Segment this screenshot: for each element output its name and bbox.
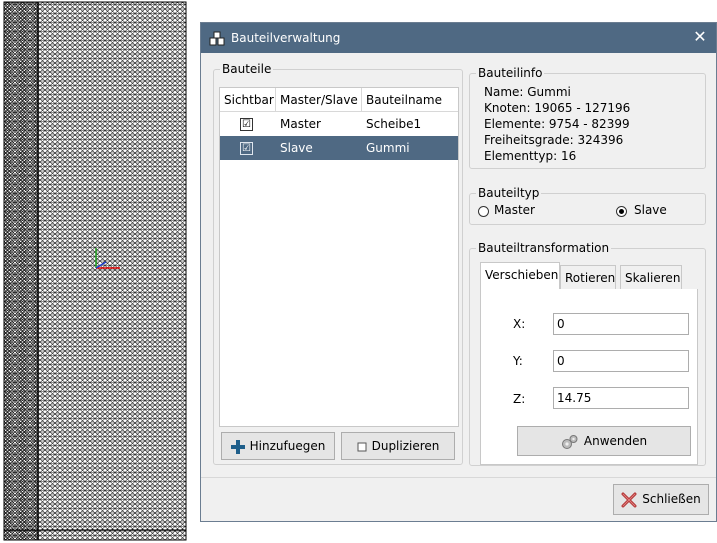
x-input[interactable] (553, 313, 689, 335)
z-input[interactable] (553, 387, 689, 409)
visible-checkbox[interactable]: ☑ (240, 142, 253, 155)
separator (201, 477, 716, 478)
add-part-label: Hinzufuegen (249, 439, 326, 453)
col-header-role[interactable]: Master/Slave (276, 88, 362, 112)
slave-radio-label[interactable]: Slave (634, 203, 667, 217)
close-x-icon (621, 492, 637, 507)
apply-label: Anwenden (583, 434, 648, 448)
parts-group-label: Bauteile (220, 62, 274, 76)
part-transform-group: Bauteiltransformation Verschieben Rotier… (469, 241, 706, 466)
duplicate-icon (357, 442, 367, 451)
window-title: Bauteilverwaltung (231, 31, 341, 45)
master-radio-label[interactable]: Master (494, 203, 535, 217)
tab-translate[interactable]: Verschieben (480, 262, 560, 289)
part-info-label: Bauteilinfo (476, 66, 545, 80)
part-transform-label: Bauteiltransformation (476, 241, 612, 255)
add-part-button[interactable]: Hinzufuegen (221, 432, 335, 460)
col-header-name[interactable]: Bauteilname (362, 88, 458, 112)
part-type-group: Bauteiltyp Master Slave (469, 186, 706, 225)
master-radio[interactable] (478, 206, 489, 217)
table-row[interactable]: ☑ Master Scheibe1 (220, 112, 458, 136)
title-bar[interactable]: Bauteilverwaltung ✕ (201, 23, 716, 53)
y-label: Y: (513, 354, 523, 368)
close-icon[interactable]: ✕ (692, 29, 708, 45)
mesh-canvas[interactable] (0, 0, 188, 543)
close-button[interactable]: Schließen (613, 484, 709, 515)
info-nodes: Knoten: 19065 - 127196 (484, 101, 631, 115)
apply-button[interactable]: Anwenden (517, 426, 691, 456)
info-element-type: Elementtyp: 16 (484, 149, 577, 163)
translate-panel: X: Y: Z: Anwenden (480, 289, 698, 465)
part-manager-dialog: Bauteilverwaltung ✕ Bauteile Sichtbar Ma… (200, 22, 717, 522)
gears-icon (561, 434, 578, 449)
close-button-label: Schließen (642, 492, 701, 506)
plus-icon (230, 439, 245, 454)
tab-scale[interactable]: Skalieren (620, 265, 682, 289)
row-role: Master (280, 117, 321, 131)
duplicate-part-label: Duplizieren (371, 439, 440, 453)
transform-tabs: Verschieben Rotieren Skalieren (480, 262, 700, 289)
col-header-visible[interactable]: Sichtbar (220, 88, 276, 112)
info-elements: Elemente: 9754 - 82399 (484, 117, 630, 131)
z-label: Z: (513, 392, 526, 406)
row-name: Gummi (366, 141, 410, 155)
table-row-selected[interactable]: ☑ Slave Gummi (220, 136, 458, 160)
parts-table[interactable]: Sichtbar Master/Slave Bauteilname ☑ Mast… (219, 87, 459, 427)
info-name: Name: Gummi (484, 85, 571, 99)
mesh-viewport[interactable] (0, 0, 188, 543)
part-info-group: Bauteilinfo Name: Gummi Knoten: 19065 - … (469, 66, 706, 169)
duplicate-part-button[interactable]: Duplizieren (341, 432, 455, 460)
visible-checkbox[interactable]: ☑ (240, 118, 253, 131)
row-role: Slave (280, 141, 313, 155)
part-type-label: Bauteiltyp (476, 186, 542, 200)
row-name: Scheibe1 (366, 117, 422, 131)
y-input[interactable] (553, 350, 689, 372)
slave-radio[interactable] (616, 206, 627, 217)
info-dof: Freiheitsgrade: 324396 (484, 133, 624, 147)
x-label: X: (513, 317, 526, 331)
tab-rotate[interactable]: Rotieren (560, 265, 616, 289)
parts-app-icon (209, 31, 225, 46)
